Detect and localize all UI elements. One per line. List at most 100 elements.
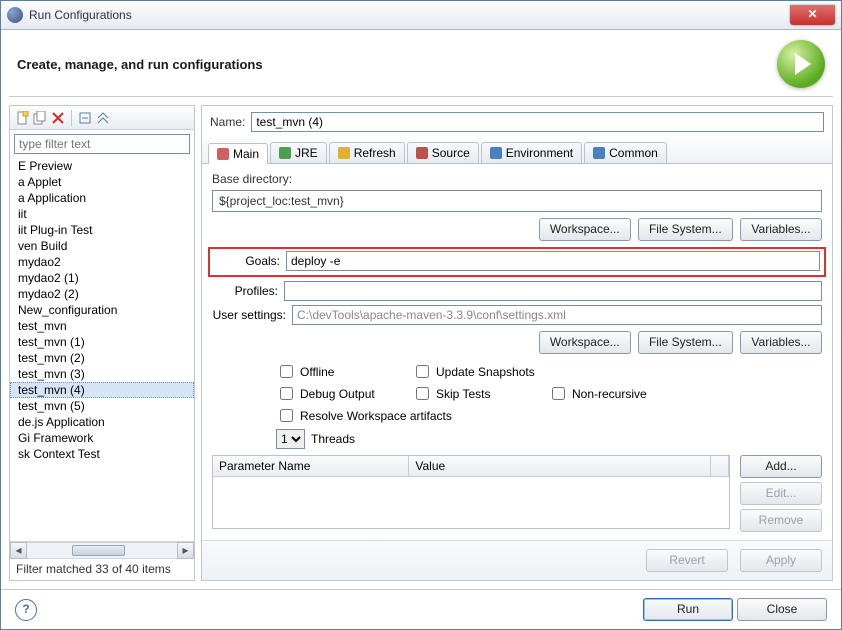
- non-recursive-checkbox[interactable]: Non-recursive: [548, 384, 678, 403]
- duplicate-config-icon[interactable]: [32, 110, 48, 126]
- settings-workspace-button[interactable]: Workspace...: [539, 331, 631, 354]
- user-settings-input[interactable]: [292, 305, 822, 325]
- skip-label: Skip Tests: [436, 387, 490, 401]
- tree-item[interactable]: mydao2 (1): [10, 270, 194, 286]
- dialog-title: Create, manage, and run configurations: [17, 57, 777, 72]
- goals-input[interactable]: [286, 251, 820, 271]
- debug-label: Debug Output: [300, 387, 375, 401]
- main-tab-icon: [217, 148, 229, 160]
- base-dir-value[interactable]: ${project_loc:test_mvn}: [212, 190, 822, 212]
- goals-label: Goals:: [214, 254, 286, 268]
- offline-checkbox[interactable]: Offline: [276, 362, 406, 381]
- param-col-name[interactable]: Parameter Name: [213, 456, 409, 476]
- settings-filesystem-button[interactable]: File System...: [638, 331, 733, 354]
- tree-item[interactable]: test_mvn: [10, 318, 194, 334]
- tab-source[interactable]: Source: [407, 142, 479, 163]
- debug-output-checkbox[interactable]: Debug Output: [276, 384, 406, 403]
- base-dir-label: Base directory:: [212, 172, 822, 186]
- tab-label: Common: [609, 146, 658, 160]
- tab-label: Source: [432, 146, 470, 160]
- user-settings-label: User settings:: [212, 308, 292, 322]
- param-edit-button: Edit...: [740, 482, 822, 505]
- common-tab-icon: [593, 147, 605, 159]
- resolve-workspace-checkbox[interactable]: Resolve Workspace artifacts: [276, 406, 496, 425]
- jre-tab-icon: [279, 147, 291, 159]
- close-button[interactable]: Close: [737, 598, 827, 621]
- tree-item[interactable]: mydao2: [10, 254, 194, 270]
- threads-select[interactable]: 1: [276, 429, 305, 449]
- delete-config-icon[interactable]: [50, 110, 66, 126]
- tree-item[interactable]: test_mvn (1): [10, 334, 194, 350]
- base-dir-workspace-button[interactable]: Workspace...: [539, 218, 631, 241]
- scroll-right-arrow[interactable]: ▸: [177, 542, 194, 559]
- threads-label: Threads: [311, 432, 355, 446]
- new-config-icon[interactable]: [14, 110, 30, 126]
- filter-icon[interactable]: [95, 110, 111, 126]
- environment-tab-icon: [490, 147, 502, 159]
- tree-item[interactable]: E Preview: [10, 158, 194, 174]
- panel-footer: Revert Apply: [202, 540, 832, 580]
- dialog-footer: ? Run Close: [1, 589, 841, 629]
- tab-common[interactable]: Common: [584, 142, 667, 163]
- base-dir-filesystem-button[interactable]: File System...: [638, 218, 733, 241]
- collapse-all-icon[interactable]: [77, 110, 93, 126]
- scroll-thumb[interactable]: [72, 545, 125, 556]
- settings-variables-button[interactable]: Variables...: [740, 331, 822, 354]
- scroll-left-arrow[interactable]: ◂: [10, 542, 27, 559]
- window-close-button[interactable]: ✕: [790, 5, 835, 25]
- tab-label: Refresh: [354, 146, 396, 160]
- horizontal-scrollbar[interactable]: ◂ ▸: [10, 541, 194, 558]
- filter-input[interactable]: [14, 134, 190, 154]
- run-badge-icon: [777, 40, 825, 88]
- param-add-button[interactable]: Add...: [740, 455, 822, 478]
- name-input[interactable]: [251, 112, 824, 132]
- tree-item[interactable]: test_mvn (3): [10, 366, 194, 382]
- resolve-label: Resolve Workspace artifacts: [300, 409, 452, 423]
- window-titlebar: Run Configurations ✕: [1, 1, 841, 30]
- profiles-input[interactable]: [284, 281, 822, 301]
- offline-label: Offline: [300, 365, 334, 379]
- update-label: Update Snapshots: [436, 365, 535, 379]
- param-col-value[interactable]: Value: [409, 456, 711, 476]
- run-button[interactable]: Run: [643, 598, 733, 621]
- profiles-label: Profiles:: [212, 284, 284, 298]
- tree-item[interactable]: sk Context Test: [10, 446, 194, 462]
- revert-button: Revert: [646, 549, 728, 572]
- config-sidebar: E Previewa Appleta Applicationiitiit Plu…: [9, 105, 195, 581]
- base-dir-variables-button[interactable]: Variables...: [740, 218, 822, 241]
- eclipse-icon: [7, 7, 23, 23]
- refresh-tab-icon: [338, 147, 350, 159]
- skip-tests-checkbox[interactable]: Skip Tests: [412, 384, 542, 403]
- tree-item[interactable]: iit: [10, 206, 194, 222]
- tree-item[interactable]: ven Build: [10, 238, 194, 254]
- filter-box: [14, 134, 190, 154]
- tab-refresh[interactable]: Refresh: [329, 142, 405, 163]
- scroll-track[interactable]: [27, 542, 177, 559]
- tree-item[interactable]: mydao2 (2): [10, 286, 194, 302]
- tab-jre[interactable]: JRE: [270, 142, 327, 163]
- sidebar-toolbar: [10, 106, 194, 130]
- tab-main[interactable]: Main: [208, 143, 268, 164]
- tree-item[interactable]: a Application: [10, 190, 194, 206]
- param-remove-button: Remove: [740, 509, 822, 532]
- parameter-table[interactable]: Parameter Name Value: [212, 455, 730, 529]
- config-tree[interactable]: E Previewa Appleta Applicationiitiit Plu…: [10, 158, 194, 541]
- tree-item[interactable]: New_configuration: [10, 302, 194, 318]
- tree-item[interactable]: a Applet: [10, 174, 194, 190]
- tree-item[interactable]: de.js Application: [10, 414, 194, 430]
- apply-button: Apply: [740, 549, 822, 572]
- dialog-header: Create, manage, and run configurations: [1, 30, 841, 96]
- help-icon[interactable]: ?: [15, 599, 37, 621]
- update-snapshots-checkbox[interactable]: Update Snapshots: [412, 362, 542, 381]
- tab-environment[interactable]: Environment: [481, 142, 582, 163]
- toolbar-separator: [71, 110, 72, 126]
- tree-item[interactable]: test_mvn (4): [10, 382, 194, 398]
- tree-item[interactable]: test_mvn (5): [10, 398, 194, 414]
- window-title: Run Configurations: [29, 8, 790, 22]
- tree-item[interactable]: iit Plug-in Test: [10, 222, 194, 238]
- tree-item[interactable]: test_mvn (2): [10, 350, 194, 366]
- tree-item[interactable]: Gi Framework: [10, 430, 194, 446]
- filter-status-text: Filter matched 33 of 40 items: [10, 558, 194, 580]
- tab-bar: MainJRE Refresh Source Environment Common: [202, 138, 832, 164]
- source-tab-icon: [416, 147, 428, 159]
